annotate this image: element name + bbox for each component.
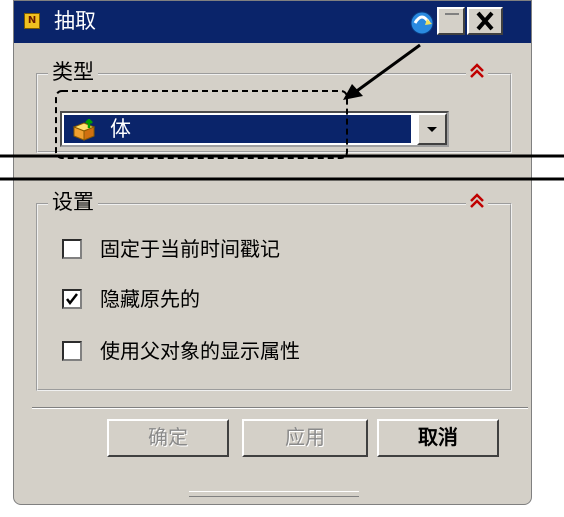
separator — [32, 407, 528, 409]
resize-grip[interactable] — [189, 491, 359, 497]
ok-button[interactable]: 确定 — [107, 419, 229, 457]
type-collapse-button[interactable] — [466, 63, 488, 83]
type-dropdown-button[interactable] — [417, 113, 447, 145]
use-parent-display-checkbox[interactable] — [62, 341, 82, 361]
minimize-button[interactable] — [437, 7, 465, 35]
hide-original-label: 隐藏原先的 — [100, 287, 200, 311]
app-logo-icon: N — [24, 13, 40, 29]
minimize-icon — [445, 13, 459, 15]
apply-button[interactable]: 应用 — [242, 419, 368, 457]
type-group-title: 类型 — [48, 59, 98, 85]
extract-dialog: N 抽取 类型 设置 体 固定于当前时间戳记 隐藏原先的 使用父对象的显示属性 … — [13, 0, 532, 505]
close-button[interactable] — [467, 7, 503, 35]
hide-original-checkbox[interactable] — [62, 289, 82, 309]
cancel-button[interactable]: 取消 — [377, 419, 499, 457]
body-icon — [72, 119, 96, 141]
collapse-icon — [470, 63, 484, 78]
use-parent-display-label: 使用父对象的显示属性 — [100, 339, 300, 363]
reset-button[interactable] — [407, 7, 435, 35]
type-select-label: 体 — [110, 117, 131, 141]
dialog-title: 抽取 — [54, 9, 96, 33]
dropdown-arrow-icon — [427, 127, 437, 132]
type-select-value[interactable]: 体 — [64, 115, 411, 143]
checkmark-icon — [66, 293, 78, 306]
collapse-icon — [470, 193, 484, 208]
type-select[interactable]: 体 — [60, 111, 449, 147]
close-icon — [476, 11, 494, 31]
fix-timestamp-label: 固定于当前时间戳记 — [100, 237, 280, 261]
reset-icon — [410, 11, 434, 35]
settings-group-title: 设置 — [48, 189, 98, 215]
settings-collapse-button[interactable] — [466, 193, 488, 213]
fix-timestamp-checkbox[interactable] — [62, 239, 82, 259]
title-bar[interactable]: N 抽取 — [14, 1, 531, 43]
